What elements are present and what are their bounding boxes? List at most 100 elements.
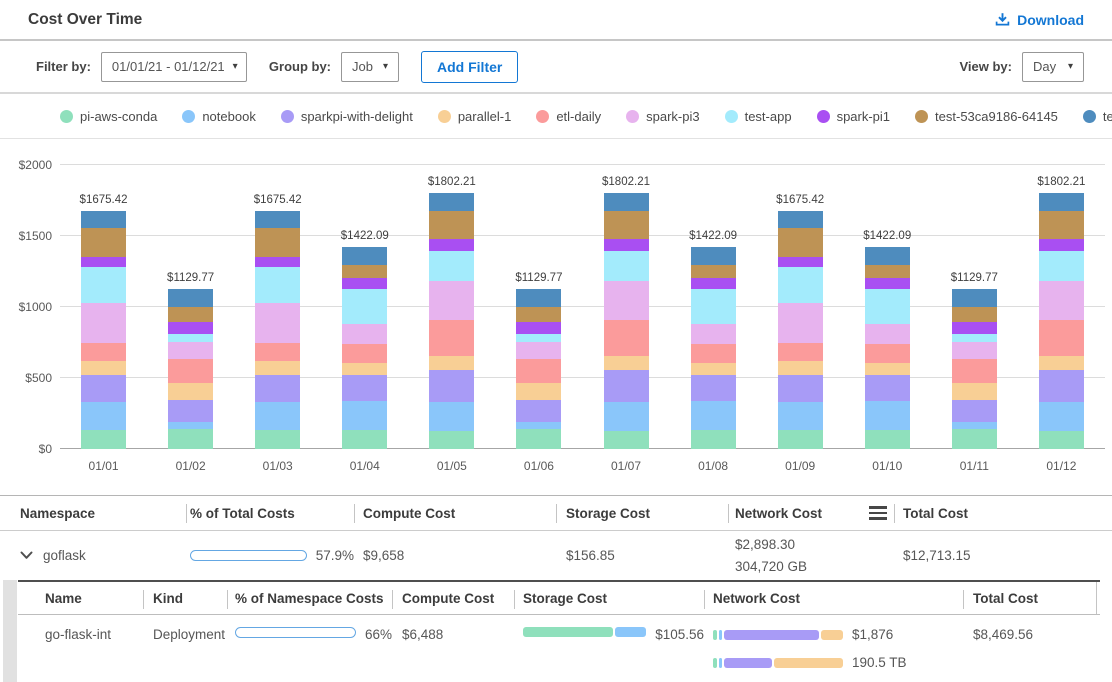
bar-segment-notebook[interactable] (1039, 402, 1084, 431)
bar-segment-pi-aws-conda[interactable] (778, 430, 823, 449)
bar-segment-notebook[interactable] (778, 402, 823, 430)
bar-segment-test-53ca9186-64145[interactable] (81, 228, 126, 257)
bar-segment-spark-pi3[interactable] (516, 342, 561, 360)
bar-segment-pi-aws-conda[interactable] (342, 430, 387, 449)
bar-segment-spark-pi1[interactable] (516, 322, 561, 333)
bar-segment-etl-daily[interactable] (604, 320, 649, 356)
bar-segment-test-app[interactable] (778, 267, 823, 302)
legend-item-notebook[interactable]: notebook (182, 109, 256, 124)
bar-segment-test-pkix[interactable] (778, 211, 823, 228)
bar-segment-test-pkix[interactable] (342, 247, 387, 265)
bar-segment-spark-pi3[interactable] (952, 342, 997, 360)
legend-item-etl-daily[interactable]: etl-daily (536, 109, 601, 124)
bar-segment-parallel-1[interactable] (952, 383, 997, 399)
bar-segment-test-app[interactable] (429, 251, 474, 282)
bar-segment-pi-aws-conda[interactable] (81, 430, 126, 449)
bar-segment-test-53ca9186-64145[interactable] (516, 307, 561, 322)
bar-segment-pi-aws-conda[interactable] (952, 429, 997, 449)
bar-segment-test-53ca9186-64145[interactable] (952, 307, 997, 322)
legend-item-pi-aws-conda[interactable]: pi-aws-conda (60, 109, 157, 124)
bar-segment-spark-pi3[interactable] (604, 281, 649, 319)
bar-segment-test-pkix[interactable] (604, 193, 649, 211)
bar-segment-etl-daily[interactable] (778, 343, 823, 361)
bar-segment-test-pkix[interactable] (952, 289, 997, 308)
view-by-select[interactable]: Day ▾ (1022, 52, 1084, 82)
bar-segment-spark-pi3[interactable] (691, 324, 736, 344)
bar-segment-spark-pi3[interactable] (255, 303, 300, 343)
bar-segment-etl-daily[interactable] (952, 359, 997, 383)
bar-segment-parallel-1[interactable] (168, 383, 213, 399)
bar-segment-etl-daily[interactable] (865, 344, 910, 363)
bar-segment-parallel-1[interactable] (604, 356, 649, 370)
bar-segment-sparkpi-with-delight[interactable] (516, 400, 561, 423)
bar-segment-spark-pi3[interactable] (778, 303, 823, 343)
bar-segment-sparkpi-with-delight[interactable] (81, 375, 126, 402)
bar-segment-parallel-1[interactable] (255, 361, 300, 375)
bar-segment-spark-pi3[interactable] (342, 324, 387, 344)
legend-item-spark-pi3[interactable]: spark-pi3 (626, 109, 699, 124)
bar-segment-sparkpi-with-delight[interactable] (168, 400, 213, 423)
bar-segment-spark-pi1[interactable] (255, 257, 300, 267)
legend-item-sparkpi-with-delight[interactable]: sparkpi-with-delight (281, 109, 413, 124)
bar-segment-spark-pi1[interactable] (429, 239, 474, 251)
bar-segment-test-53ca9186-64145[interactable] (342, 265, 387, 278)
bar-segment-notebook[interactable] (604, 402, 649, 431)
bar-segment-notebook[interactable] (952, 422, 997, 429)
bar-segment-test-pkix[interactable] (81, 211, 126, 228)
bar-segment-test-app[interactable] (1039, 251, 1084, 282)
bar-segment-notebook[interactable] (865, 401, 910, 430)
bar-segment-pi-aws-conda[interactable] (516, 429, 561, 449)
bar-segment-notebook[interactable] (255, 402, 300, 430)
bar-segment-spark-pi1[interactable] (604, 239, 649, 251)
bar-segment-spark-pi3[interactable] (1039, 281, 1084, 319)
bar-segment-test-pkix[interactable] (168, 289, 213, 308)
bar-segment-sparkpi-with-delight[interactable] (778, 375, 823, 402)
bar-segment-etl-daily[interactable] (342, 344, 387, 363)
bar-segment-pi-aws-conda[interactable] (429, 431, 474, 449)
namespace-row-goflask[interactable]: goflask 57.9% $9,658 $156.85 $2,898.30 3… (0, 531, 1112, 580)
legend-item-test-53ca9186-64145[interactable]: test-53ca9186-64145 (915, 109, 1058, 124)
bar-segment-etl-daily[interactable] (81, 343, 126, 361)
bar-segment-pi-aws-conda[interactable] (255, 430, 300, 449)
bar-segment-spark-pi3[interactable] (168, 342, 213, 360)
bar-segment-parallel-1[interactable] (691, 363, 736, 375)
bar-segment-sparkpi-with-delight[interactable] (604, 370, 649, 402)
bar-segment-parallel-1[interactable] (516, 383, 561, 399)
bar-segment-etl-daily[interactable] (691, 344, 736, 363)
bar-segment-test-app[interactable] (342, 289, 387, 324)
bar-segment-parallel-1[interactable] (865, 363, 910, 375)
bar-segment-etl-daily[interactable] (168, 359, 213, 383)
bar-segment-spark-pi1[interactable] (81, 257, 126, 267)
bar-segment-test-pkix[interactable] (865, 247, 910, 265)
bar-segment-notebook[interactable] (429, 402, 474, 431)
legend-item-parallel-1[interactable]: parallel-1 (438, 109, 511, 124)
bar-segment-notebook[interactable] (168, 422, 213, 429)
bar-segment-sparkpi-with-delight[interactable] (255, 375, 300, 402)
bar-segment-pi-aws-conda[interactable] (168, 429, 213, 449)
group-by-select[interactable]: Job ▾ (341, 52, 399, 82)
bar-segment-test-pkix[interactable] (516, 289, 561, 308)
bar-segment-spark-pi1[interactable] (691, 278, 736, 289)
bar-segment-sparkpi-with-delight[interactable] (691, 375, 736, 401)
date-range-select[interactable]: 01/01/21 - 01/12/21 ▾ (101, 52, 247, 82)
bar-segment-etl-daily[interactable] (255, 343, 300, 361)
bar-segment-spark-pi1[interactable] (778, 257, 823, 267)
bar-segment-spark-pi1[interactable] (952, 322, 997, 333)
bar-segment-spark-pi3[interactable] (81, 303, 126, 343)
bar-segment-test-app[interactable] (168, 334, 213, 342)
bar-segment-test-53ca9186-64145[interactable] (691, 265, 736, 278)
bar-segment-pi-aws-conda[interactable] (1039, 431, 1084, 449)
bar-segment-sparkpi-with-delight[interactable] (865, 375, 910, 401)
bar-segment-etl-daily[interactable] (516, 359, 561, 383)
bar-segment-sparkpi-with-delight[interactable] (952, 400, 997, 423)
bar-segment-test-pkix[interactable] (691, 247, 736, 265)
bar-segment-notebook[interactable] (81, 402, 126, 430)
legend-item-spark-pi1[interactable]: spark-pi1 (817, 109, 890, 124)
bar-segment-spark-pi1[interactable] (865, 278, 910, 289)
bar-segment-test-pkix[interactable] (1039, 193, 1084, 211)
bar-segment-sparkpi-with-delight[interactable] (342, 375, 387, 401)
bar-segment-test-app[interactable] (81, 267, 126, 302)
bar-segment-notebook[interactable] (691, 401, 736, 430)
bar-segment-spark-pi1[interactable] (342, 278, 387, 289)
bar-segment-test-53ca9186-64145[interactable] (865, 265, 910, 278)
